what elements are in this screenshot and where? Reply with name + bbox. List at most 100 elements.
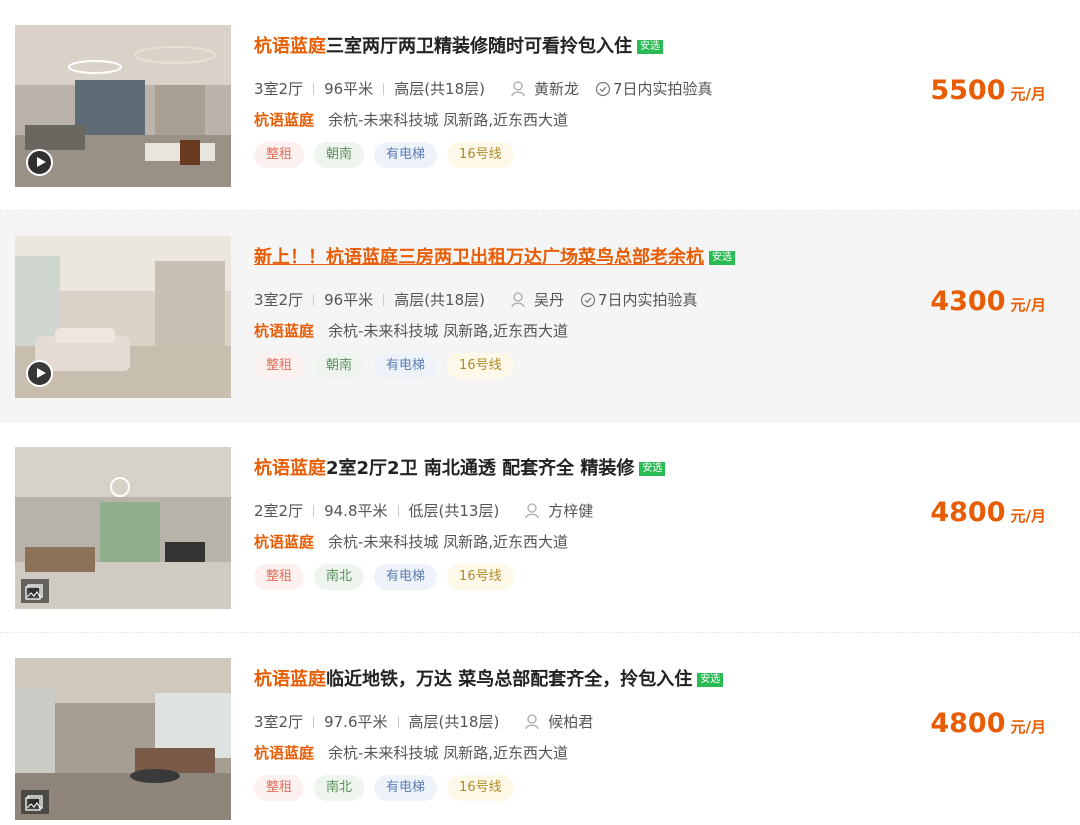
listing-title[interactable]: 杭语蓝庭 临近地铁，万达 菜鸟总部配套齐全，拎包入住 安选 — [254, 668, 894, 692]
listing-item[interactable]: 新上！！杭语蓝庭 三房两卫出租万达广场菜鸟总部老余杭 安选 3室2厅 96平米 高… — [0, 211, 1080, 422]
listing-meta: 3室2厅 97.6平米 高层(共18层) 候柏君 — [254, 712, 894, 732]
title-text: 三房两卫出租万达广场菜鸟总部老余杭 — [398, 247, 704, 268]
area: 96平米 — [324, 80, 374, 98]
floor: 高层(共18层) — [394, 80, 485, 98]
title-community: 杭语蓝庭 — [254, 669, 326, 690]
layout: 3室2厅 — [254, 713, 304, 731]
address-text: 余杭-未来科技城 凤新路,近东西大道 — [328, 533, 568, 551]
tag: 整租 — [254, 353, 305, 379]
divider — [313, 294, 315, 306]
tag: 整租 — [254, 142, 305, 168]
address-community[interactable]: 杭语蓝庭 — [254, 533, 314, 551]
verified-text: 7日内实拍验真 — [613, 80, 713, 98]
divider — [313, 83, 315, 95]
agent[interactable]: 吴丹 — [511, 290, 564, 310]
area: 97.6平米 — [324, 713, 388, 731]
anxuan-badge: 安选 — [697, 673, 724, 687]
agent[interactable]: 方梓健 — [525, 501, 593, 521]
title-community: 杭语蓝庭 — [254, 36, 326, 57]
layout: 3室2厅 — [254, 291, 304, 309]
listing-title[interactable]: 杭语蓝庭 三室两厅两卫精装修随时可看拎包入住 安选 — [254, 35, 894, 59]
address-community[interactable]: 杭语蓝庭 — [254, 322, 314, 340]
divider — [383, 83, 385, 95]
divider — [397, 505, 399, 517]
person-icon — [525, 714, 539, 730]
area: 96平米 — [324, 291, 374, 309]
listing-item[interactable]: 杭语蓝庭 三室两厅两卫精装修随时可看拎包入住 安选 3室2厅 96平米 高层(共1… — [0, 0, 1080, 211]
area: 94.8平米 — [324, 502, 388, 520]
agent[interactable]: 候柏君 — [525, 712, 593, 732]
anxuan-badge: 安选 — [637, 40, 663, 54]
divider — [313, 505, 315, 517]
listing-address: 杭语蓝庭 余杭-未来科技城 凤新路,近东西大道 — [254, 532, 894, 552]
title-community: 新上！！杭语蓝庭 — [254, 247, 398, 268]
listing-photo[interactable] — [15, 25, 231, 187]
tag: 16号线 — [447, 142, 514, 168]
tag: 整租 — [254, 564, 305, 590]
price: 4800 元/月 — [930, 497, 1046, 528]
listing-item[interactable]: 杭语蓝庭 2室2厅2卫 南北通透 配套齐全 精装修 安选 2室2厅 94.8平米… — [0, 422, 1080, 633]
title-text: 三室两厅两卫精装修随时可看拎包入住 — [326, 36, 632, 57]
person-icon — [511, 292, 525, 308]
address-text: 余杭-未来科技城 凤新路,近东西大道 — [328, 744, 568, 762]
person-icon — [511, 81, 525, 97]
video-play-icon — [26, 360, 53, 387]
video-play-icon — [26, 149, 53, 176]
agent-name: 候柏君 — [548, 713, 594, 731]
listing-meta: 2室2厅 94.8平米 低层(共13层) 方梓健 — [254, 501, 894, 521]
price-value: 5500 — [930, 75, 1006, 106]
listing-meta: 3室2厅 96平米 高层(共18层) 黄新龙 7日内实拍验真 — [254, 79, 894, 99]
listing-meta: 3室2厅 96平米 高层(共18层) 吴丹 7日内实拍验真 — [254, 290, 894, 310]
verified-info: 7日内实拍验真 — [580, 290, 698, 310]
listing-list: 杭语蓝庭 三室两厅两卫精装修随时可看拎包入住 安选 3室2厅 96平米 高层(共1… — [0, 0, 1080, 825]
listing-title[interactable]: 新上！！杭语蓝庭 三房两卫出租万达广场菜鸟总部老余杭 安选 — [254, 246, 894, 270]
listing-title[interactable]: 杭语蓝庭 2室2厅2卫 南北通透 配套齐全 精装修 安选 — [254, 457, 894, 481]
agent-name: 吴丹 — [533, 291, 564, 309]
photo-gallery-icon — [21, 790, 49, 814]
title-text: 临近地铁，万达 菜鸟总部配套齐全，拎包入住 — [326, 669, 693, 690]
tag-list: 整租 朝南 有电梯 16号线 — [254, 142, 894, 168]
address-community[interactable]: 杭语蓝庭 — [254, 111, 314, 129]
floor: 高层(共18层) — [394, 291, 485, 309]
photo-gallery-icon — [21, 579, 49, 603]
divider — [313, 716, 315, 728]
price-unit: 元/月 — [1010, 85, 1046, 103]
agent-name: 黄新龙 — [533, 80, 579, 98]
address-text: 余杭-未来科技城 凤新路,近东西大道 — [328, 111, 568, 129]
listing-photo[interactable] — [15, 658, 231, 820]
price: 5500 元/月 — [930, 75, 1046, 106]
tag: 16号线 — [447, 775, 514, 801]
title-community: 杭语蓝庭 — [254, 458, 326, 479]
price-value: 4800 — [930, 497, 1006, 528]
tag: 朝南 — [314, 353, 365, 379]
tag: 南北 — [314, 564, 365, 590]
check-circle-icon — [595, 81, 611, 97]
tag: 有电梯 — [374, 564, 438, 590]
price-value: 4800 — [930, 708, 1006, 739]
check-circle-icon — [580, 292, 596, 308]
tag-list: 整租 南北 有电梯 16号线 — [254, 775, 894, 801]
tag: 有电梯 — [374, 142, 438, 168]
agent-name: 方梓健 — [548, 502, 594, 520]
price-unit: 元/月 — [1010, 507, 1046, 525]
tag: 南北 — [314, 775, 365, 801]
listing-address: 杭语蓝庭 余杭-未来科技城 凤新路,近东西大道 — [254, 321, 894, 341]
price: 4300 元/月 — [930, 286, 1046, 317]
listing-address: 杭语蓝庭 余杭-未来科技城 凤新路,近东西大道 — [254, 110, 894, 130]
tag-list: 整租 朝南 有电梯 16号线 — [254, 353, 894, 379]
title-text: 2室2厅2卫 南北通透 配套齐全 精装修 — [326, 458, 635, 479]
listing-photo[interactable] — [15, 447, 231, 609]
person-icon — [525, 503, 539, 519]
tag: 16号线 — [447, 353, 514, 379]
floor: 低层(共13层) — [408, 502, 500, 520]
address-text: 余杭-未来科技城 凤新路,近东西大道 — [328, 322, 568, 340]
tag: 整租 — [254, 775, 305, 801]
tag-list: 整租 南北 有电梯 16号线 — [254, 564, 894, 590]
anxuan-badge: 安选 — [709, 251, 735, 265]
floor: 高层(共18层) — [408, 713, 500, 731]
listing-photo[interactable] — [15, 236, 231, 398]
address-community[interactable]: 杭语蓝庭 — [254, 744, 314, 762]
price-value: 4300 — [930, 286, 1006, 317]
agent[interactable]: 黄新龙 — [511, 79, 579, 99]
listing-item[interactable]: 杭语蓝庭 临近地铁，万达 菜鸟总部配套齐全，拎包入住 安选 3室2厅 97.6平… — [0, 633, 1080, 825]
